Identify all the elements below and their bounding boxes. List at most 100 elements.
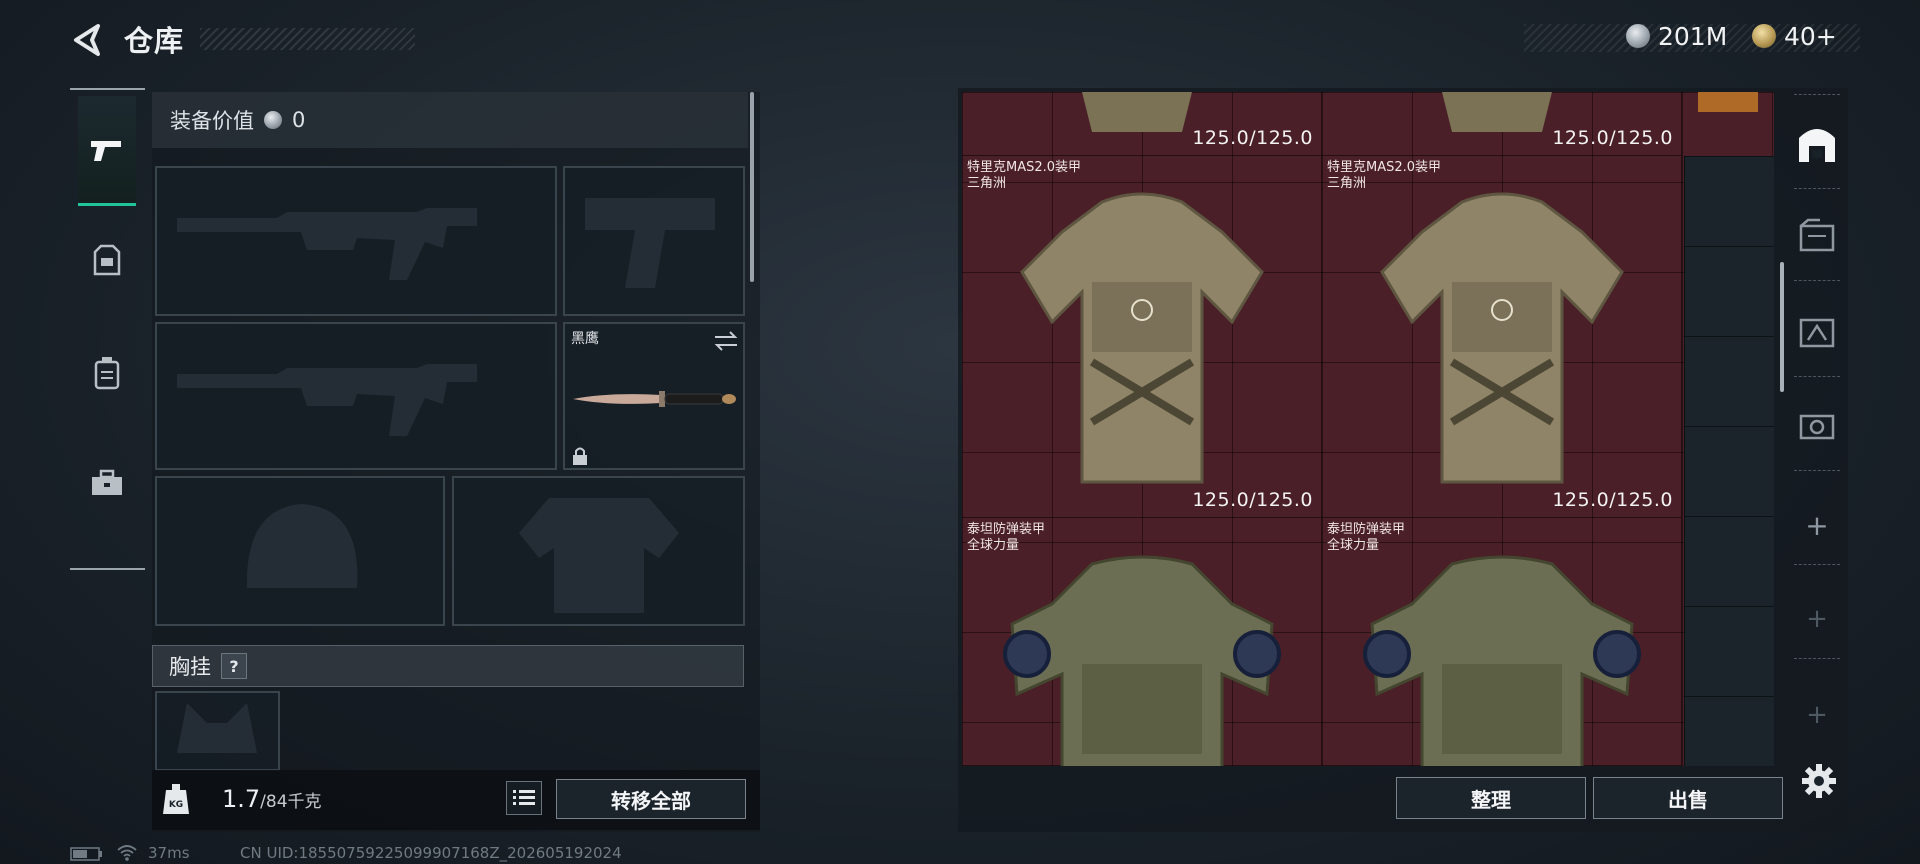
silver-coin-icon [1626, 24, 1650, 48]
stash-item-partial[interactable]: 125.0/125.0 [1322, 92, 1682, 156]
loadout-scrollbar[interactable] [750, 92, 754, 282]
warehouse-icon [1799, 129, 1835, 162]
armor-partial-icon [1442, 92, 1552, 132]
body-armor-icon [1020, 192, 1264, 484]
transfer-all-button[interactable]: 转移全部 [556, 779, 746, 819]
tab-backpack[interactable] [78, 318, 136, 428]
pistol-icon [91, 140, 121, 161]
silver-amount: 201M [1658, 21, 1728, 51]
swap-icon[interactable] [713, 330, 739, 352]
body-armor-slot[interactable] [452, 476, 745, 626]
stash-tab-3[interactable] [1790, 304, 1844, 358]
toolbox-icon [92, 469, 122, 495]
vest-icon [93, 244, 121, 276]
add-stash-tab-button[interactable]: + [1790, 498, 1844, 552]
category-tab-rail [70, 88, 145, 572]
help-icon[interactable]: ? [221, 653, 247, 679]
page-title: 仓库 [124, 24, 185, 58]
item-durability: 125.0/125.0 [1192, 489, 1313, 511]
svg-text:KG: KG [169, 800, 183, 810]
plus-icon: + [1805, 508, 1829, 542]
armor-silhouette-icon [519, 498, 679, 613]
sell-button[interactable]: 出售 [1593, 777, 1783, 819]
stash-tab-4[interactable] [1790, 398, 1844, 452]
carry-weight: 1.7/84千克 [222, 785, 322, 813]
battery-icon [70, 847, 102, 861]
wifi-icon [117, 845, 137, 861]
equipment-value-label: 装备价值 [170, 109, 254, 133]
rail-divider [70, 88, 145, 90]
title-decoration [200, 28, 415, 50]
tab-supplies[interactable] [78, 428, 136, 538]
silver-coin-icon [264, 111, 282, 129]
helmet-slot[interactable] [155, 476, 445, 626]
rail-divider [1794, 188, 1840, 189]
chest-rig-section-header: 胸挂 ? [152, 645, 744, 687]
list-icon [513, 790, 535, 805]
chest-rig-slot[interactable] [155, 691, 280, 771]
rail-divider [1794, 94, 1840, 95]
item-durability: 125.0/125.0 [1552, 489, 1673, 511]
backpack-icon [94, 357, 120, 390]
item-durability: 125.0/125.0 [1552, 127, 1673, 149]
uid-text: CN UID:18550759225099907168Z_20260519202… [240, 844, 622, 862]
add-stash-tab-button[interactable]: + [1790, 688, 1844, 742]
empty-stash-cells[interactable] [1684, 156, 1774, 766]
stash-scrollbar[interactable] [1780, 262, 1784, 392]
stash-tab-main[interactable] [1790, 117, 1844, 171]
body-armor-icon [1363, 555, 1641, 766]
stash-item-partial[interactable] [1698, 92, 1758, 112]
armor-partial-icon [1082, 92, 1192, 132]
knife-icon [573, 391, 736, 407]
primary-weapon-slot[interactable] [155, 166, 557, 316]
body-armor-icon [1003, 555, 1281, 766]
equipment-value-bar: 装备价值 0 [152, 92, 748, 148]
rail-divider [1794, 280, 1840, 281]
gold-coin-icon [1752, 24, 1776, 48]
back-arrow-icon[interactable] [68, 20, 108, 60]
rail-divider [70, 568, 145, 570]
weight-max: /84千克 [260, 792, 322, 812]
chest-rig-label: 胸挂 [169, 655, 211, 679]
secondary-weapon-slot[interactable] [155, 322, 557, 470]
gold-currency[interactable]: 40+ [1752, 20, 1837, 52]
stash-item-armor[interactable]: 泰坦防弹装甲 全球力量 [1322, 518, 1682, 766]
stash-tab-2[interactable] [1790, 208, 1844, 262]
plus-icon: + [1806, 700, 1828, 730]
lock-icon [573, 447, 587, 465]
chest-rig-silhouette-icon [177, 703, 257, 753]
body-armor-icon [1380, 192, 1624, 484]
sidearm-slot[interactable] [563, 166, 745, 316]
ping-text: 37ms [148, 844, 190, 862]
weight-current: 1.7 [222, 785, 261, 813]
add-stash-tab-button[interactable]: + [1790, 592, 1844, 646]
item-durability: 125.0/125.0 [1192, 127, 1313, 149]
list-view-button[interactable] [506, 781, 542, 815]
silver-currency: 201M [1626, 20, 1727, 52]
rail-divider [1794, 658, 1840, 659]
container-icon [1799, 414, 1835, 440]
organize-button[interactable]: 整理 [1396, 777, 1586, 819]
stash-item-partial[interactable]: 125.0/125.0 [962, 92, 1322, 156]
melee-item-name: 黑鹰 [571, 331, 599, 347]
melee-slot[interactable]: 黑鹰 [563, 322, 745, 470]
stash-item-armor[interactable]: 泰坦防弹装甲 全球力量 [962, 518, 1322, 766]
container-icon [1799, 218, 1835, 252]
weight-kg-icon: KG [163, 784, 189, 814]
stash-tab-rail: + + + [1790, 92, 1844, 752]
plus-icon: + [1806, 604, 1828, 634]
gold-amount: 40+ [1784, 21, 1837, 51]
pistol-silhouette-icon [585, 198, 715, 288]
gear-icon[interactable] [1800, 762, 1838, 800]
rail-divider [1794, 564, 1840, 565]
helmet-silhouette-icon [246, 504, 358, 588]
equipment-value-amount: 0 [292, 108, 306, 132]
stash-item-armor[interactable]: 特里克MAS2.0装甲 三角洲 125.0/125.0 [962, 156, 1322, 518]
tab-armor[interactable] [78, 206, 136, 316]
rail-divider [1794, 470, 1840, 471]
rifle-silhouette-icon [177, 208, 477, 280]
stash-grid[interactable]: 125.0/125.0 125.0/125.0 特里克MAS2.0装甲 三角洲 1… [962, 92, 1774, 766]
container-icon [1799, 318, 1835, 348]
stash-item-armor[interactable]: 特里克MAS2.0装甲 三角洲 125.0/125.0 [1322, 156, 1682, 518]
tab-weapons[interactable] [78, 96, 136, 206]
